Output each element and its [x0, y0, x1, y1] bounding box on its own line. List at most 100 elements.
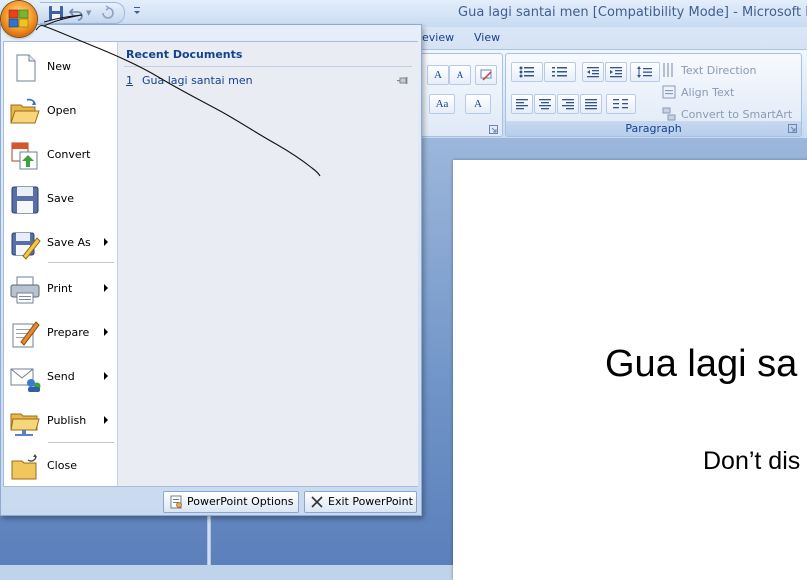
slide-subtitle[interactable]: Don’t dis	[703, 447, 800, 476]
menu-item-print[interactable]: Print	[4, 268, 116, 310]
align-text-button[interactable]: Align Text	[681, 86, 734, 99]
menu-item-open[interactable]: Open	[4, 90, 116, 132]
change-case-button[interactable]: Aa	[429, 94, 455, 114]
paragraph-group: Text Direction Align Text Convert to Sma…	[505, 53, 802, 137]
menu-item-save-as[interactable]: Save As	[4, 222, 116, 264]
convert-smartart-button[interactable]: Convert to SmartArt	[681, 108, 792, 121]
recent-documents-header: Recent Documents	[126, 48, 243, 61]
increase-indent-icon	[610, 67, 622, 78]
send-icon	[10, 368, 41, 392]
grow-font-button[interactable]: A	[427, 65, 449, 85]
submenu-arrow-icon	[104, 238, 108, 246]
menu-item-close[interactable]: Close	[4, 445, 116, 487]
bullets-button[interactable]	[511, 62, 543, 82]
paragraph-dialog-launcher-icon[interactable]	[788, 124, 797, 133]
align-left-button[interactable]	[511, 94, 533, 114]
numbering-button[interactable]	[544, 62, 576, 82]
office-button[interactable]	[1, 1, 37, 37]
menu-item-label: New	[47, 60, 71, 73]
exit-label: Exit PowerPoint	[328, 495, 413, 508]
decrease-indent-button[interactable]	[582, 62, 604, 82]
align-center-icon	[539, 99, 551, 110]
font-color-button[interactable]: A	[465, 94, 491, 114]
menu-item-label: Prepare	[47, 326, 90, 339]
justify-button[interactable]	[580, 94, 602, 114]
align-right-icon	[562, 99, 574, 110]
clear-formatting-icon	[480, 69, 492, 81]
convert-smartart-icon	[662, 107, 676, 121]
powerpoint-options-button[interactable]: PowerPoint Options	[163, 491, 299, 513]
office-menu-panel: New Open Convert Save Save As Print Prep…	[3, 41, 418, 487]
recent-header-divider	[124, 66, 412, 67]
shrink-font-button[interactable]: A	[449, 65, 471, 85]
text-direction-icon	[663, 63, 673, 77]
undo-dropdown-icon[interactable]: ▼	[86, 9, 91, 17]
font-group: A A Aa A	[418, 53, 503, 137]
align-center-button[interactable]	[534, 94, 556, 114]
menu-item-label: Convert	[47, 148, 91, 161]
menu-item-new[interactable]: New	[4, 46, 116, 88]
menu-item-label: Send	[47, 370, 75, 383]
printer-icon	[10, 276, 40, 304]
new-document-icon	[16, 54, 36, 82]
pin-icon[interactable]	[396, 75, 410, 87]
align-text-icon	[662, 85, 676, 99]
save-as-icon	[11, 232, 41, 260]
menu-item-label: Open	[47, 104, 77, 117]
exit-icon	[311, 496, 323, 508]
menu-item-label: Close	[47, 459, 77, 472]
close-folder-icon	[11, 454, 37, 480]
recent-document-item[interactable]: 1 Gua lagi santai men	[126, 74, 414, 90]
quick-access-toolbar: ▼	[40, 2, 125, 24]
prepare-pen-icon	[12, 321, 40, 348]
columns-button[interactable]	[606, 94, 636, 114]
recent-document-name: Gua lagi santai men	[142, 74, 253, 87]
bullets-icon	[519, 66, 534, 78]
menu-item-send[interactable]: Send	[4, 356, 116, 398]
customize-dropdown-icon[interactable]	[132, 4, 142, 18]
decrease-indent-icon	[587, 67, 599, 78]
open-folder-icon	[10, 98, 40, 124]
text-direction-button[interactable]: Text Direction	[681, 64, 756, 77]
dialog-launcher-icon[interactable]	[489, 125, 498, 134]
office-menu: New Open Convert Save Save As Print Prep…	[0, 24, 422, 516]
line-spacing-icon	[637, 66, 652, 78]
menu-divider	[48, 262, 114, 263]
publish-icon	[10, 413, 40, 436]
tab-review[interactable]: eview	[422, 31, 454, 44]
recent-document-number: 1	[126, 74, 133, 87]
menu-item-prepare[interactable]: Prepare	[4, 312, 116, 354]
submenu-arrow-icon	[104, 372, 108, 380]
align-left-icon	[516, 99, 528, 110]
align-right-button[interactable]	[557, 94, 579, 114]
menu-item-label: Save	[47, 192, 75, 205]
tab-view[interactable]: View	[474, 31, 500, 44]
submenu-arrow-icon	[104, 284, 108, 292]
exit-powerpoint-button[interactable]: Exit PowerPoint	[304, 491, 417, 513]
menu-item-label: Save As	[47, 236, 91, 249]
redo-icon[interactable]	[100, 5, 116, 21]
menu-item-label: Publish	[47, 414, 87, 427]
slide-canvas[interactable]: Gua lagi sa Don’t dis	[453, 160, 807, 580]
recent-documents-panel: Recent Documents 1 Gua lagi santai men	[117, 42, 418, 486]
convert-icon	[11, 142, 38, 170]
menu-item-convert[interactable]: Convert	[4, 134, 116, 176]
paragraph-group-label: Paragraph	[506, 121, 801, 136]
options-icon	[170, 495, 182, 509]
menu-item-publish[interactable]: Publish	[4, 400, 116, 442]
save-icon[interactable]	[48, 5, 64, 21]
menu-item-label: Print	[47, 282, 73, 295]
increase-indent-button[interactable]	[605, 62, 627, 82]
menu-item-save[interactable]: Save	[4, 178, 116, 220]
undo-icon[interactable]	[68, 5, 84, 21]
columns-icon	[613, 99, 628, 109]
justify-icon	[585, 99, 597, 110]
clear-formatting-button[interactable]	[475, 65, 497, 85]
save-disk-icon	[11, 186, 39, 214]
office-menu-commands: New Open Convert Save Save As Print Prep…	[4, 42, 116, 486]
numbering-icon	[552, 67, 567, 77]
slide-title[interactable]: Gua lagi sa	[605, 343, 797, 386]
line-spacing-button[interactable]	[630, 62, 660, 82]
office-logo-icon	[8, 9, 29, 28]
submenu-arrow-icon	[104, 328, 108, 336]
